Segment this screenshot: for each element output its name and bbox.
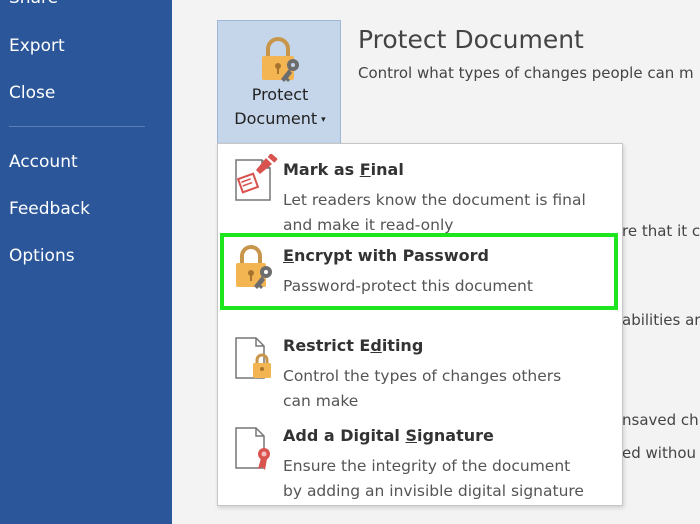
backstage-nav: Share Export Close Account Feedback Opti… [0,0,172,524]
menu-item-mark-as-final[interactable]: Mark as Final Let readers know the docum… [218,150,622,236]
document-stamp-icon [235,154,278,201]
menu-item-encrypt-with-password[interactable]: Encrypt with Password Password-protect t… [218,238,622,308]
page-title: Protect Document [358,25,584,54]
document-lock-icon [235,337,271,379]
menu-item-add-digital-signature[interactable]: Add a Digital Signature Ensure the integ… [218,418,622,504]
nav-export[interactable]: Export [9,36,65,56]
menu-item-desc: by adding an invisible digital signature [283,482,584,500]
menu-item-title: Restrict Editing [283,336,424,355]
background-text: abilities ar [622,311,700,329]
document-ribbon-icon [235,427,270,470]
menu-item-title: Add a Digital Signature [283,426,494,445]
nav-close[interactable]: Close [9,83,55,103]
menu-item-title: Encrypt with Password [283,246,489,265]
menu-item-desc: Ensure the integrity of the document [283,457,571,475]
lock-key-icon [262,37,299,82]
protect-document-menu: Mark as Final Let readers know the docum… [217,143,623,506]
page-subtitle: Control what types of changes people can… [358,64,694,82]
lock-key-icon [236,245,272,289]
menu-item-desc: can make [283,392,359,410]
background-text: nsaved ch [622,411,699,429]
menu-item-title: Mark as Final [283,160,404,179]
menu-item-desc: and make it read-only [283,216,454,234]
nav-share[interactable]: Share [9,0,58,8]
background-text: ed withou [622,444,697,462]
nav-divider [9,126,145,127]
menu-item-restrict-editing[interactable]: Restrict Editing Control the types of ch… [218,328,622,414]
background-text: re that it c [622,222,700,240]
protect-document-button[interactable]: Protect Document ▾ [217,20,341,144]
protect-label-line1: Protect [251,85,309,104]
nav-account[interactable]: Account [9,152,78,172]
menu-item-desc: Control the types of changes others [283,367,562,385]
menu-item-desc: Password-protect this document [283,277,533,295]
protect-label-line2: Document ▾ [234,109,326,128]
nav-feedback[interactable]: Feedback [9,199,90,219]
menu-item-desc: Let readers know the document is final [283,191,586,209]
chevron-down-icon: ▾ [321,115,326,125]
nav-options[interactable]: Options [9,246,75,266]
